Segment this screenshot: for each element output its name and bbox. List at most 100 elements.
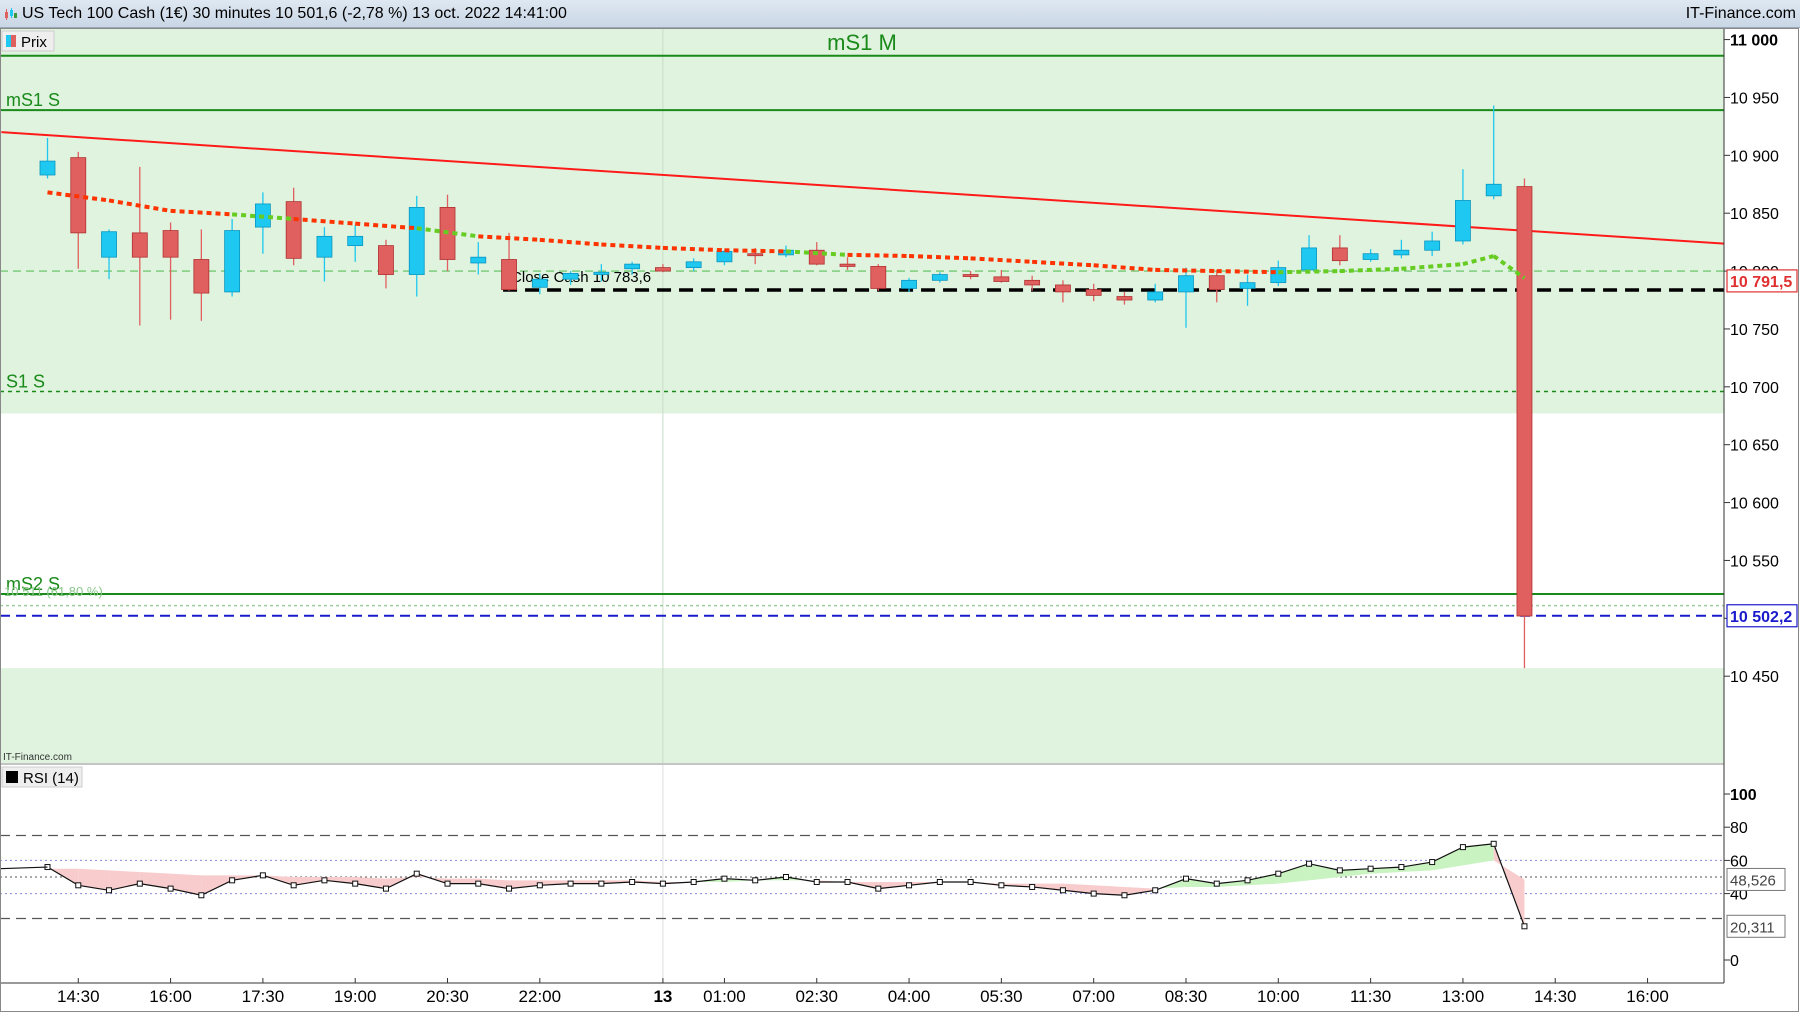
- x-tick-label: 17:30: [242, 987, 285, 1006]
- candle-body: [1516, 186, 1533, 617]
- rsi-legend-swatch: [6, 771, 18, 783]
- x-tick-label: 19:00: [334, 987, 377, 1006]
- price-tag: 10 791,5: [1726, 269, 1798, 293]
- candle-body: [131, 232, 148, 258]
- candlestick-logo-icon: [5, 8, 17, 20]
- rsi-point: [1398, 864, 1405, 871]
- rsi-point: [259, 872, 266, 879]
- candle-body: [685, 261, 702, 268]
- candle-body: [347, 235, 364, 247]
- rsi-value-tag: 20,311: [1726, 914, 1786, 938]
- candle-body: [747, 253, 764, 257]
- candle-body: [101, 231, 117, 258]
- rsi-point: [690, 878, 697, 885]
- rsi-point: [659, 880, 666, 887]
- rsi-value-tag-label: 48,526: [1730, 872, 1776, 889]
- rsi-point: [1306, 860, 1313, 867]
- x-tick-label: 16:00: [149, 987, 192, 1006]
- rsi-point: [844, 878, 851, 885]
- candle-body: [901, 279, 917, 289]
- rsi-point: [567, 880, 574, 887]
- rsi-point: [1275, 870, 1282, 877]
- rsi-legend-label: RSI (14): [23, 770, 79, 787]
- candle-body: [39, 160, 56, 176]
- rsi-point: [1152, 887, 1159, 894]
- rsi-y-tick-label: 100: [1730, 787, 1757, 804]
- legend-label: Prix: [21, 34, 47, 51]
- chart-area[interactable]: mS1 MmS1 SS1 SmS2 S10 511 (61,80 %)Close…: [0, 28, 1800, 1013]
- rsi-point: [1090, 890, 1097, 897]
- rsi-fill-segment: [447, 878, 479, 884]
- x-tick-label: 22:00: [519, 987, 562, 1006]
- price-panel: mS1 MmS1 SS1 SmS2 S10 511 (61,80 %)Close…: [0, 28, 1756, 763]
- rsi-background: [0, 765, 1724, 983]
- rsi-point: [875, 885, 882, 892]
- candle-body: [162, 230, 179, 258]
- x-tick-label: 02:30: [795, 987, 838, 1006]
- rsi-point: [1213, 880, 1220, 887]
- rsi-point: [198, 892, 205, 899]
- x-tick-label: 07:00: [1072, 987, 1115, 1006]
- rsi-point: [506, 885, 513, 892]
- candle-body: [593, 271, 610, 275]
- candle-body: [285, 201, 302, 259]
- rsi-point: [629, 878, 636, 885]
- candle-body: [624, 263, 641, 270]
- rsi-point: [1490, 840, 1497, 847]
- x-tick-label: 05:30: [980, 987, 1023, 1006]
- x-tick-label: 14:30: [57, 987, 100, 1006]
- candle-body: [1055, 284, 1071, 293]
- rsi-panel: RSI (14): [0, 763, 1724, 983]
- rsi-y-tick-label: 60: [1730, 853, 1748, 870]
- rsi-point: [1244, 877, 1251, 884]
- rsi-point: [1121, 892, 1128, 899]
- rsi-point: [782, 874, 789, 880]
- candle-body: [562, 272, 579, 280]
- candle-body: [378, 245, 394, 275]
- x-tick-label: 11:30: [1350, 987, 1391, 1006]
- candle-body: [1301, 247, 1317, 271]
- rsi-point: [382, 885, 389, 892]
- y-tick-label: 10 650: [1730, 438, 1779, 455]
- candle-body: [1270, 267, 1287, 284]
- rsi-point: [598, 880, 605, 887]
- rsi-point: [1059, 887, 1066, 894]
- candle-body: [1024, 279, 1041, 286]
- y-tick-label: 11 000: [1730, 33, 1778, 50]
- candle: [1516, 178, 1533, 669]
- rsi-point: [813, 878, 820, 885]
- rsi-point: [1029, 883, 1036, 890]
- rsi-point: [475, 880, 482, 887]
- rsi-point: [444, 880, 451, 887]
- candle-body: [1178, 275, 1194, 293]
- price-tag: 10 502,2: [1726, 604, 1798, 628]
- y-tick-label: 10 550: [1730, 553, 1779, 570]
- watermark: IT-Finance.com: [3, 752, 72, 763]
- legend-up-swatch: [6, 35, 11, 47]
- candle-body: [1147, 291, 1164, 301]
- y-tick-label: 10 900: [1730, 148, 1779, 165]
- candle-body: [224, 230, 241, 293]
- chart-title: US Tech 100 Cash (1€) 30 minutes 10 501,…: [22, 5, 567, 22]
- candle-body: [531, 278, 548, 288]
- x-tick-label: 01:00: [703, 987, 746, 1006]
- rsi-point: [75, 882, 82, 889]
- rsi-point: [1521, 923, 1528, 930]
- candle: [224, 218, 241, 297]
- rsi-point: [1429, 859, 1436, 866]
- x-tick-label: 04:00: [888, 987, 931, 1006]
- level-label: S1 S: [6, 371, 45, 391]
- price-tag-label: 10 502,2: [1730, 609, 1792, 626]
- chart-header: US Tech 100 Cash (1€) 30 minutes 10 501,…: [0, 0, 1800, 28]
- x-tick-label: 16:00: [1626, 987, 1669, 1006]
- price-legend: Prix: [1, 30, 55, 52]
- rsi-point: [321, 877, 328, 884]
- candle: [870, 264, 887, 291]
- y-tick-label: 10 750: [1730, 322, 1779, 339]
- rsi-point: [1367, 865, 1374, 872]
- candle-body: [1393, 249, 1410, 256]
- rsi-point: [290, 882, 297, 889]
- rsi-point: [167, 885, 174, 892]
- y-tick-label: 10 450: [1730, 669, 1779, 686]
- rsi-value-tag-label: 20,311: [1730, 919, 1775, 936]
